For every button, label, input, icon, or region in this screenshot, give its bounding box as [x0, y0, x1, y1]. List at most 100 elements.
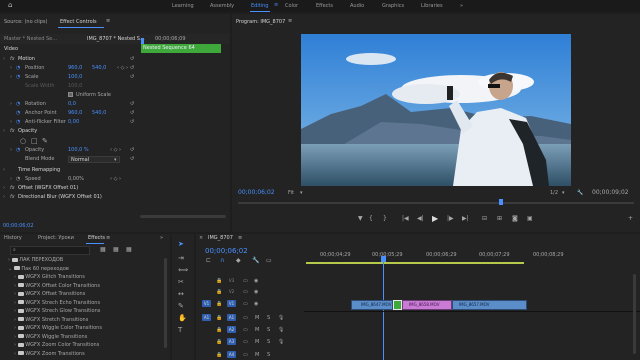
lock-icon[interactable]: 🔒 — [216, 338, 222, 346]
extract-icon[interactable]: ⊞ — [497, 216, 502, 222]
speed-stopwatch-icon[interactable]: ◔ — [16, 175, 20, 183]
track-label[interactable]: V3 — [227, 277, 236, 284]
track-label[interactable]: A3 — [227, 338, 236, 345]
motion-reset-icon[interactable]: ↺ — [130, 55, 134, 63]
captions-icon[interactable]: ▭ — [266, 258, 272, 264]
solo-button[interactable]: S — [267, 351, 270, 359]
solo-button[interactable]: S — [267, 326, 270, 334]
tab-history[interactable]: History — [4, 232, 22, 244]
tree-folder[interactable]: › WGFX Strech Echo Transitions — [14, 299, 100, 307]
program-menu-icon[interactable]: ≡ — [288, 19, 292, 24]
effects-search-input[interactable]: ⌕ — [10, 246, 90, 255]
solo-button[interactable]: S — [267, 314, 270, 322]
export-frame-icon[interactable]: ◙ — [512, 216, 518, 222]
tree-folder[interactable]: › WGFX Wiggle Color Transitions — [14, 324, 102, 332]
sync-icon[interactable]: ▭ — [243, 300, 248, 308]
program-playhead[interactable] — [499, 199, 503, 205]
frame-back-icon[interactable]: ◀| — [417, 216, 424, 222]
program-timecode[interactable]: 00;00;06;02 — [238, 189, 275, 197]
add-marker-icon[interactable]: ◆ — [236, 258, 241, 264]
track-label[interactable]: V1 — [227, 300, 236, 307]
workspace-graphics[interactable]: Graphics — [382, 3, 404, 9]
source-patch-a1[interactable]: A1 — [202, 314, 211, 321]
sync-icon[interactable]: ▭ — [243, 338, 248, 346]
anchor-x-value[interactable]: 960,0 — [68, 109, 82, 117]
fit-chevron-down-icon[interactable]: ▾ — [300, 189, 303, 197]
lift-icon[interactable]: ⊟ — [482, 216, 487, 222]
antiflicker-value[interactable]: 0,00 — [68, 118, 79, 126]
timeline-title[interactable]: IMG_8707 — [208, 232, 233, 244]
uniform-scale-checkbox[interactable] — [68, 91, 73, 99]
razor-tool-icon[interactable]: ✂ — [178, 279, 184, 286]
clip-v1-2[interactable]: IMG_8658.MOV — [402, 300, 452, 310]
workspace-audio[interactable]: Audio — [350, 3, 364, 9]
effect-controls-scrollbar[interactable] — [140, 215, 226, 218]
workspace-editing[interactable]: Editing — [251, 3, 268, 9]
workspace-libraries[interactable]: Libraries — [421, 3, 443, 9]
antiflicker-reset-icon[interactable]: ↺ — [130, 118, 134, 126]
opacity-toggle[interactable]: › — [10, 146, 12, 154]
step-forward-icon[interactable]: ▶| — [462, 216, 469, 222]
speed-value[interactable]: 0,00% — [68, 175, 84, 183]
speed-keyframe-nav[interactable]: ‹ ◇ › — [110, 175, 121, 183]
track-label[interactable]: A1 — [227, 314, 236, 321]
rotation-reset-icon[interactable]: ↺ — [130, 100, 134, 108]
opacity-value[interactable]: 100,0 % — [68, 146, 89, 154]
rotation-stopwatch-icon[interactable]: ◔ — [16, 100, 20, 108]
master-clip-selector[interactable]: Master * Nested Se... — [4, 35, 57, 43]
workspace-learning[interactable]: Learning — [172, 3, 194, 9]
blend-reset-icon[interactable]: ↺ — [130, 155, 134, 163]
32bit-effects-icon[interactable]: ▦ — [113, 247, 119, 253]
mask-pen-icon[interactable]: ✎ — [42, 137, 48, 145]
lock-icon[interactable]: 🔒 — [216, 314, 222, 322]
mute-button[interactable]: M — [255, 338, 259, 346]
mask-rect-icon[interactable]: □ — [31, 137, 38, 145]
home-icon[interactable]: ⌂ — [8, 2, 12, 9]
ripple-edit-tool-icon[interactable]: ⟺ — [178, 267, 188, 274]
slip-tool-icon[interactable]: ↔ — [178, 291, 184, 298]
program-scrub-bar[interactable] — [238, 202, 634, 204]
effects-menu-icon[interactable]: ≡ — [106, 236, 110, 241]
anchor-y-value[interactable]: 540,0 — [92, 109, 106, 117]
workspace-more[interactable]: » — [460, 3, 463, 9]
solo-button[interactable]: S — [267, 338, 270, 346]
position-y-value[interactable]: 540,0 — [92, 64, 106, 72]
eye-icon[interactable]: ◉ — [254, 300, 258, 308]
lock-icon[interactable]: 🔒 — [216, 326, 222, 334]
lock-icon[interactable]: 🔒 — [216, 351, 222, 359]
timeline-ruler[interactable]: 00;00;04;29 00;00;05;29 00;00;06;29 00;0… — [306, 250, 640, 266]
antiflicker-stopwatch-icon[interactable]: ◔ — [16, 118, 20, 126]
resolution-chevron-down-icon[interactable]: ▾ — [562, 189, 565, 197]
sync-icon[interactable]: ▭ — [243, 288, 248, 296]
antiflicker-toggle[interactable]: › — [10, 118, 12, 126]
mask-ellipse-icon[interactable]: ○ — [20, 137, 26, 145]
mark-in-icon[interactable]: ▼ — [358, 216, 363, 222]
blend-mode-select[interactable]: Normal ▾ — [68, 156, 120, 163]
sync-icon[interactable]: ▭ — [243, 326, 248, 334]
mic-icon[interactable]: 🎙 — [278, 314, 284, 322]
rotation-toggle[interactable]: › — [10, 100, 12, 108]
source-patch-v1[interactable]: V1 — [202, 300, 211, 307]
resolution-dropdown[interactable]: 1/2 — [550, 189, 558, 197]
tab-project[interactable]: Project: Уроки — [38, 232, 74, 244]
effects-scrollbar[interactable] — [164, 258, 167, 348]
type-tool-icon[interactable]: T — [178, 327, 182, 334]
mute-button[interactable]: M — [255, 326, 259, 334]
track-label[interactable]: V2 — [227, 288, 236, 295]
track-label[interactable]: A4 — [227, 351, 236, 358]
anchor-stopwatch-icon[interactable]: ◔ — [16, 109, 20, 117]
blur-fx-toggle[interactable]: › — [3, 193, 5, 201]
pen-tool-icon[interactable]: ✎ — [178, 303, 184, 310]
workspace-effects[interactable]: Effects — [316, 3, 333, 9]
eye-icon[interactable]: ◉ — [254, 288, 258, 296]
mic-icon[interactable]: 🎙 — [278, 326, 284, 334]
scale-value[interactable]: 100,0 — [68, 73, 82, 81]
scale-reset-icon[interactable]: ↺ — [130, 73, 134, 81]
step-back-icon[interactable]: |◀ — [402, 216, 409, 222]
tree-folder[interactable]: › WGFX Stretch Transitions — [14, 316, 88, 324]
tree-folder[interactable]: › WGFX Offset Transitions — [14, 290, 85, 298]
settings-icon[interactable]: 🔧 — [577, 189, 583, 197]
effect-controls-footer-timecode[interactable]: 00;00;06;02 — [3, 222, 34, 230]
sync-icon[interactable]: ▭ — [243, 314, 248, 322]
tree-folder[interactable]: › WGFX Wiggle Transitions — [14, 333, 87, 341]
